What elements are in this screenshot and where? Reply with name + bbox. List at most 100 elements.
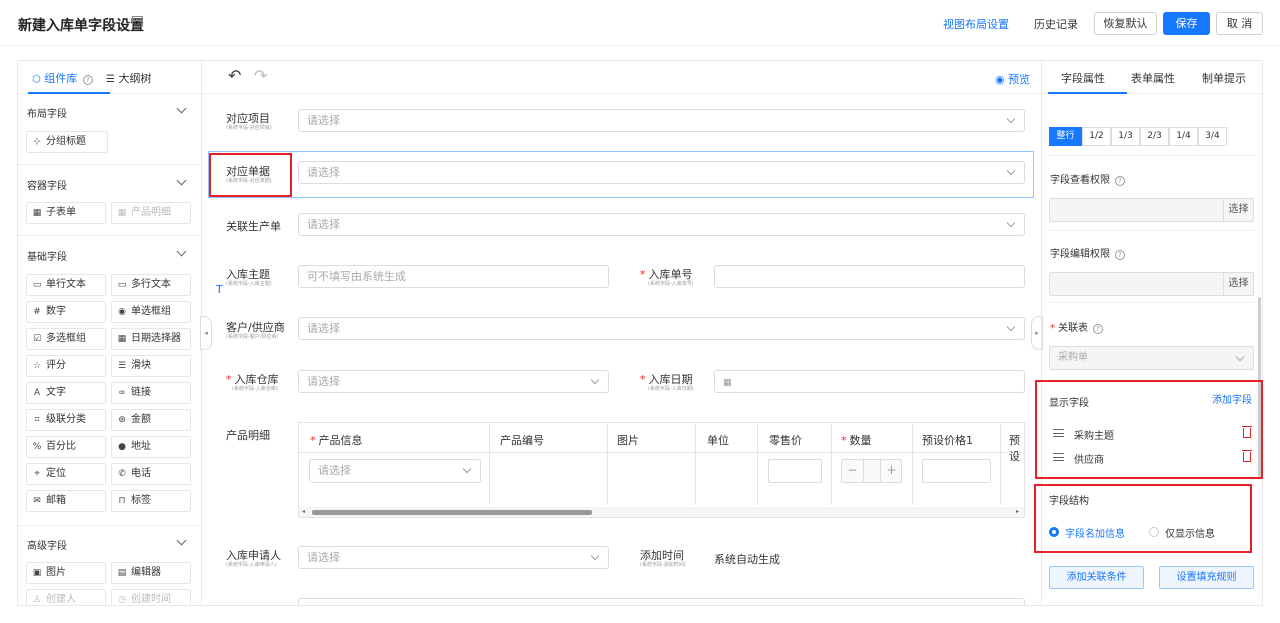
component-text[interactable]: A 文字 bbox=[26, 382, 106, 404]
form-canvas: ↶ ↷ ◉ 预览 对应项目 (系统字段-对应项目) 请选择 对应单据 (系统字段… bbox=[202, 61, 1040, 605]
view-permission-choose-button[interactable]: 选择 bbox=[1223, 199, 1253, 221]
plus-icon[interactable]: + bbox=[880, 460, 902, 482]
width-option-quarter[interactable]: 1/4 bbox=[1169, 127, 1198, 146]
next-field-input[interactable] bbox=[298, 598, 1025, 605]
add-field-link[interactable]: 添加字段 bbox=[1212, 391, 1252, 406]
select-document[interactable]: 请选择 bbox=[298, 161, 1025, 184]
cancel-button[interactable]: 取 消 bbox=[1216, 12, 1263, 35]
chevron-down-icon bbox=[590, 551, 600, 561]
component-email[interactable]: ✉ 邮箱 bbox=[26, 490, 106, 512]
input-subject[interactable]: 可不填写由系统生成 bbox=[298, 265, 609, 288]
tab-field-properties[interactable]: 字段属性 bbox=[1061, 70, 1105, 86]
component-location[interactable]: ⌖ 定位 bbox=[26, 463, 106, 485]
product-select[interactable]: 请选择 bbox=[309, 459, 481, 483]
component-address[interactable]: ● 地址 bbox=[111, 436, 191, 458]
radio-label-info-only[interactable]: 仅显示信息 bbox=[1165, 525, 1215, 540]
scroll-right-icon[interactable]: ▸ bbox=[1016, 508, 1019, 515]
component-panel: ⬡ 组件库 ? ☰ 大纲树 布局字段 ⊹ 分组标题 容器字段 ▦ 子表单 ▦ 产品明细… bbox=[18, 61, 202, 605]
select-customer[interactable]: 请选择 bbox=[298, 317, 1025, 340]
select-applicant[interactable]: 请选择 bbox=[298, 546, 609, 569]
tab-components[interactable]: ⬡ 组件库 ? bbox=[32, 70, 93, 86]
radio-label-name-plus-info[interactable]: 字段名加信息 bbox=[1065, 525, 1125, 540]
component-subform[interactable]: ▦ 子表单 bbox=[26, 202, 106, 224]
component-radio-group[interactable]: ◉ 单选框组 bbox=[111, 301, 191, 323]
related-table-select[interactable]: 采购单 bbox=[1049, 346, 1254, 370]
chevron-down-icon bbox=[590, 375, 600, 385]
tab-outline[interactable]: ☰ 大纲树 bbox=[106, 70, 151, 86]
radio-icon: ◉ bbox=[118, 307, 126, 317]
width-option-half[interactable]: 1/2 bbox=[1082, 127, 1111, 146]
cube-icon: ⬡ bbox=[32, 74, 41, 85]
active-tab-indicator bbox=[1048, 92, 1127, 94]
chevron-down-icon[interactable] bbox=[176, 246, 187, 257]
select-production[interactable]: 请选择 bbox=[298, 213, 1025, 236]
view-permission-input[interactable]: 选择 bbox=[1049, 198, 1254, 222]
layout-icon[interactable] bbox=[132, 16, 143, 27]
date-picker-input[interactable]: ▦ bbox=[714, 370, 1025, 393]
select-warehouse[interactable]: 请选择 bbox=[298, 370, 609, 393]
trash-icon[interactable] bbox=[1242, 450, 1252, 462]
help-icon: ? bbox=[1115, 250, 1125, 260]
quantity-stepper[interactable]: − + bbox=[841, 459, 902, 483]
component-cascader[interactable]: ⌗ 级联分类 bbox=[26, 409, 106, 431]
component-date-picker[interactable]: ▦ 日期选择器 bbox=[111, 328, 191, 350]
component-checkbox-group[interactable]: ☑ 多选框组 bbox=[26, 328, 106, 350]
radio-info-only[interactable] bbox=[1149, 527, 1159, 537]
view-layout-link[interactable]: 视图布局设置 bbox=[943, 16, 1009, 32]
calendar-icon: ▦ bbox=[117, 334, 127, 344]
component-image[interactable]: ▣ 图片 bbox=[26, 562, 106, 584]
retail-price-input[interactable] bbox=[768, 459, 822, 483]
canvas-toolbar: ↶ ↷ ◉ 预览 bbox=[202, 61, 1040, 94]
chevron-down-icon[interactable] bbox=[176, 103, 187, 114]
tab-form-properties[interactable]: 表单属性 bbox=[1131, 70, 1175, 86]
drag-handle-icon[interactable] bbox=[1053, 453, 1064, 461]
width-option-three-quarters[interactable]: 3/4 bbox=[1198, 127, 1227, 146]
history-link[interactable]: 历史记录 bbox=[1034, 16, 1078, 32]
component-tag[interactable]: ⊓ 标签 bbox=[111, 490, 191, 512]
undo-icon[interactable]: ↶ bbox=[228, 66, 241, 85]
trash-icon[interactable] bbox=[1242, 426, 1252, 438]
radio-name-plus-info[interactable] bbox=[1049, 527, 1059, 537]
component-group-title[interactable]: ⊹ 分组标题 bbox=[26, 131, 108, 153]
column-divider bbox=[607, 423, 608, 505]
component-amount[interactable]: ⊛ 金额 bbox=[111, 409, 191, 431]
preview-link[interactable]: ◉ 预览 bbox=[995, 71, 1030, 87]
fill-rule-button[interactable]: 设置填充规则 bbox=[1159, 566, 1254, 589]
minus-icon[interactable]: − bbox=[842, 460, 864, 482]
field-sub-project: (系统字段-对应项目) bbox=[226, 125, 272, 131]
save-button[interactable]: 保存 bbox=[1163, 12, 1210, 35]
tag-icon: ⊓ bbox=[118, 496, 126, 506]
chevron-down-icon[interactable] bbox=[176, 175, 187, 186]
section-title-container: 容器字段 bbox=[27, 181, 67, 192]
width-option-third[interactable]: 1/3 bbox=[1111, 127, 1140, 146]
eye-icon: ◉ bbox=[995, 73, 1005, 86]
component-rating[interactable]: ☆ 评分 bbox=[26, 355, 106, 377]
edit-permission-input[interactable]: 选择 bbox=[1049, 272, 1254, 296]
drag-handle-icon[interactable] bbox=[1053, 429, 1064, 437]
input-number[interactable] bbox=[714, 265, 1025, 288]
scrollbar-thumb[interactable] bbox=[312, 510, 592, 515]
select-project[interactable]: 请选择 bbox=[298, 109, 1025, 132]
active-tab-indicator bbox=[28, 92, 110, 94]
chevron-down-icon[interactable] bbox=[176, 535, 187, 546]
restore-default-button[interactable]: 恢复默认 bbox=[1094, 12, 1157, 35]
link-icon: ∞ bbox=[118, 388, 126, 398]
component-number[interactable]: # 数字 bbox=[26, 301, 106, 323]
view-permission-label: 字段查看权限? bbox=[1050, 171, 1125, 186]
add-condition-button[interactable]: 添加关联条件 bbox=[1049, 566, 1144, 589]
preset-price-input[interactable] bbox=[922, 459, 991, 483]
component-link[interactable]: ∞ 链接 bbox=[111, 382, 191, 404]
component-single-line[interactable]: ▭ 单行文本 bbox=[26, 274, 106, 296]
component-slider[interactable]: ☰ 滑块 bbox=[111, 355, 191, 377]
tab-form-tips[interactable]: 制单提示 bbox=[1202, 70, 1246, 86]
width-option-two-thirds[interactable]: 2/3 bbox=[1140, 127, 1169, 146]
component-editor[interactable]: ▤ 编辑器 bbox=[111, 562, 191, 584]
component-multi-line[interactable]: ▭ 多行文本 bbox=[111, 274, 191, 296]
scroll-left-icon[interactable]: ◂ bbox=[302, 508, 305, 515]
width-option-full[interactable]: 整行 bbox=[1049, 127, 1082, 146]
redo-icon[interactable]: ↷ bbox=[254, 66, 267, 85]
component-percent[interactable]: % 百分比 bbox=[26, 436, 106, 458]
edit-permission-choose-button[interactable]: 选择 bbox=[1223, 273, 1253, 295]
horizontal-scrollbar[interactable]: ◂ ▸ bbox=[299, 507, 1024, 517]
component-phone[interactable]: ✆ 电话 bbox=[111, 463, 191, 485]
